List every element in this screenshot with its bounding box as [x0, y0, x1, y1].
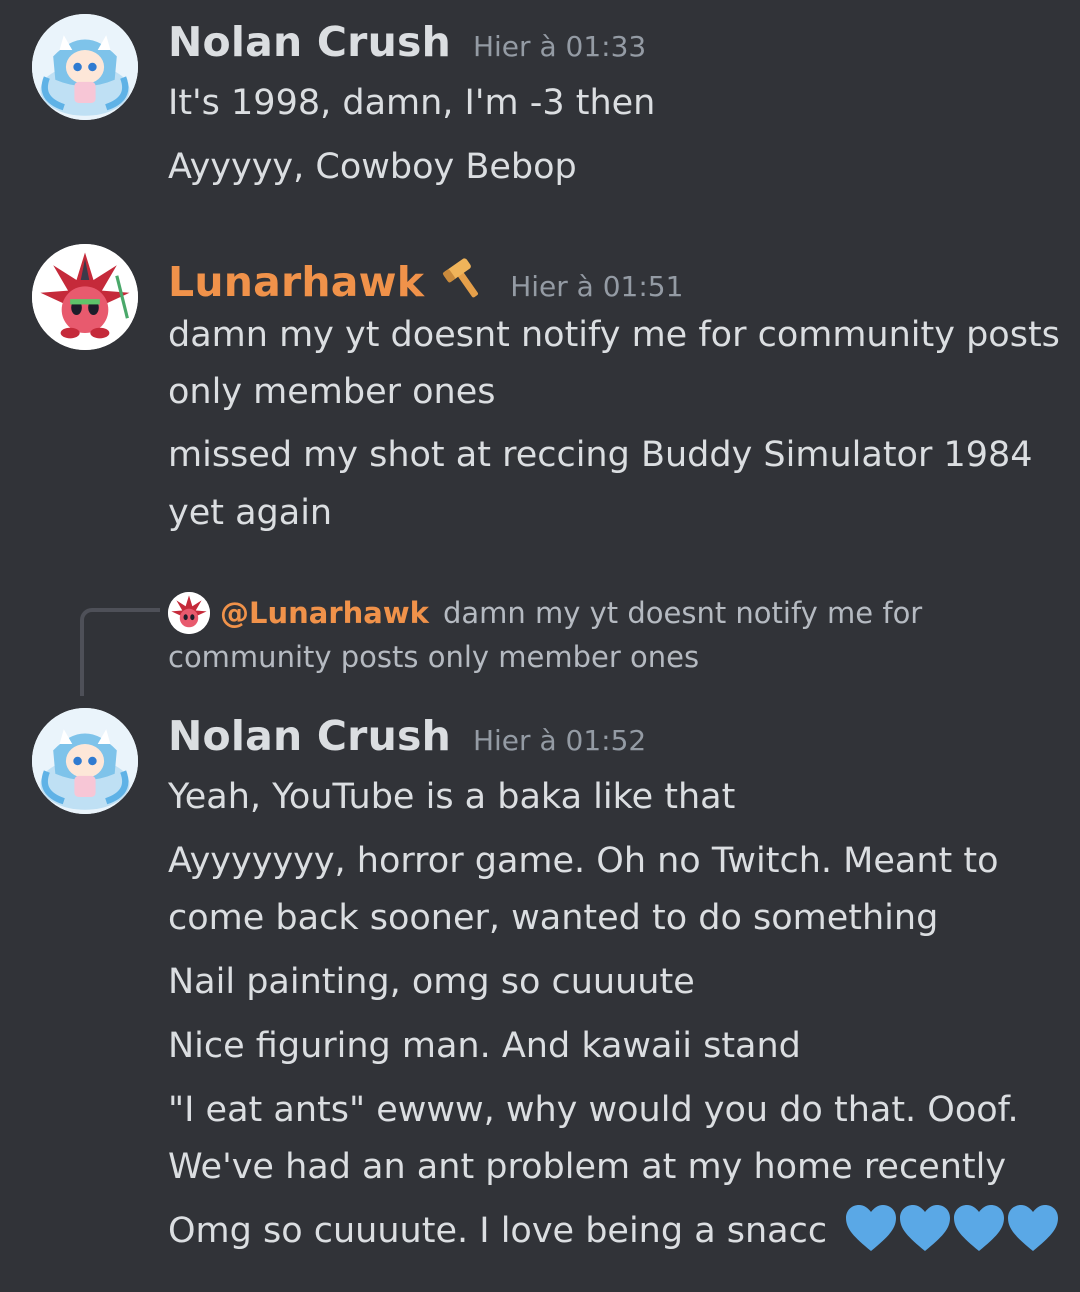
message-text[interactable]: We've had an ant problem at my home rece…: [168, 1138, 1048, 1196]
timestamp[interactable]: Hier à 01:52: [473, 724, 646, 757]
hammer-icon[interactable]: [440, 258, 488, 302]
blue-heart-icon[interactable]: [844, 1203, 898, 1253]
message-text[interactable]: yet again: [168, 484, 1048, 542]
message-text[interactable]: Ayyyyyyy, horror game. Oh no Twitch. Mea…: [168, 832, 1048, 890]
reply-text: damn my yt doesnt notify me for: [442, 596, 923, 630]
message-text[interactable]: Ayyyyy, Cowboy Bebop: [168, 138, 1048, 196]
avatar-nolan-crush[interactable]: [32, 14, 138, 120]
message-header: Nolan Crush Hier à 01:52: [168, 712, 646, 760]
message-text[interactable]: damn my yt doesnt notify me for communit…: [168, 306, 1060, 364]
reply-mention[interactable]: @Lunarhawk: [220, 596, 429, 630]
reply-connector: [80, 608, 160, 696]
username[interactable]: Nolan Crush: [168, 712, 451, 760]
blue-heart-icon[interactable]: [898, 1203, 952, 1253]
avatar-nolan-crush[interactable]: [32, 708, 138, 814]
message-header: Nolan Crush Hier à 01:33: [168, 18, 646, 66]
timestamp[interactable]: Hier à 01:33: [473, 30, 646, 63]
emoji-group: [844, 1203, 1060, 1253]
message-text: Omg so cuuuute. I love being a snacc: [168, 1211, 828, 1251]
message-text[interactable]: Yeah, YouTube is a baka like that: [168, 768, 1048, 826]
message-header: Lunarhawk Hier à 01:51: [168, 252, 683, 306]
message-text[interactable]: missed my shot at reccing Buddy Simulato…: [168, 426, 1048, 484]
blue-heart-icon[interactable]: [952, 1203, 1006, 1253]
message-text[interactable]: "I eat ants" ewww, why would you do that…: [168, 1081, 1048, 1139]
blue-heart-icon[interactable]: [1006, 1203, 1060, 1253]
reply-text-continued: community posts only member ones: [168, 640, 700, 674]
message-text[interactable]: come back sooner, wanted to do something: [168, 889, 1048, 947]
avatar-lunarhawk[interactable]: [32, 244, 138, 350]
message-text[interactable]: Nice figuring man. And kawaii stand: [168, 1017, 1048, 1075]
username[interactable]: Nolan Crush: [168, 18, 451, 66]
timestamp[interactable]: Hier à 01:51: [510, 270, 683, 303]
message-text-with-emoji[interactable]: Omg so cuuuute. I love being a snacc: [168, 1202, 1059, 1260]
message-text[interactable]: It's 1998, damn, I'm -3 then: [168, 74, 1048, 132]
reply-avatar-lunarhawk: [168, 592, 210, 634]
username[interactable]: Lunarhawk: [168, 258, 424, 306]
reply-preview[interactable]: @Lunarhawk damn my yt doesnt notify me f…: [168, 592, 922, 634]
message-text[interactable]: Nail painting, omg so cuuuute: [168, 953, 1048, 1011]
message-text[interactable]: only member ones: [168, 363, 1048, 421]
